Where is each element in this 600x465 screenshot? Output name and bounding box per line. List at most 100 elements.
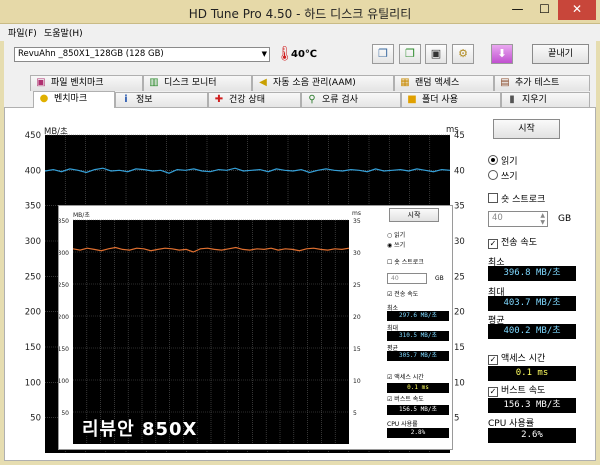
inset-y-tick-left: 350: [59, 218, 69, 225]
menu-bar: 파일(F) 도움말(H): [0, 24, 600, 41]
main-y-tick-right: 40: [454, 166, 465, 176]
tab-error-scan[interactable]: ⚲ 오류 검사: [301, 92, 401, 108]
min-value: 396.8 MB/초: [488, 266, 576, 281]
inset-read-radio: ○ 읽기: [387, 232, 406, 239]
tab-health[interactable]: ✚ 건강 상태: [208, 92, 301, 108]
inset-y-tick-left: 250: [59, 282, 69, 289]
arrow-down-icon: ⬇: [497, 47, 507, 60]
inset-access-time: ☑ 액세스 시간: [387, 374, 424, 381]
inset-y-tick-left: 50: [61, 410, 69, 417]
disk-monitor-icon: ▥: [149, 77, 159, 88]
inset-transfer-rate: ☑ 전송 속도: [387, 291, 419, 298]
error-scan-icon: ⚲: [308, 94, 316, 105]
inset-y-tick-right: 25: [353, 282, 361, 289]
inset-min-value: 297.6 MB/초: [387, 311, 449, 321]
inset-burst-rate: ☑ 버스트 속도: [387, 396, 424, 403]
menu-help[interactable]: 도움말(H): [44, 26, 83, 39]
drive-select[interactable]: RevuAhn _850X1_128GB (128 GB) ▼: [14, 47, 270, 62]
save-icon: ▣: [430, 47, 442, 60]
read-radio[interactable]: 읽기: [488, 155, 518, 168]
minimize-button[interactable]: —: [504, 0, 531, 20]
copy-text-button[interactable]: ❐: [399, 44, 421, 64]
inset-max-value: 310.5 MB/초: [387, 331, 449, 341]
start-button[interactable]: 시작: [493, 119, 560, 139]
tab-aam[interactable]: ◀ 자동 소음 관리(AAM): [252, 75, 394, 91]
y-axis-right-label: ms: [446, 125, 459, 135]
close-button[interactable]: ✕: [558, 0, 596, 20]
inset-y-tick-left: 100: [59, 378, 69, 385]
thermometer-icon: 🌡: [276, 46, 294, 62]
inset-y-tick-left: 150: [59, 346, 69, 353]
options-button[interactable]: ⚙: [452, 44, 474, 64]
short-stroke-checkbox[interactable]: 숏 스트로크: [488, 193, 545, 206]
inset-y-tick-left: 300: [59, 250, 69, 257]
max-value: 403.7 MB/초: [488, 296, 576, 311]
maximize-button[interactable]: ☐: [531, 0, 558, 20]
copy-icon: ❐: [378, 47, 388, 60]
temperature-readout: 40℃: [291, 49, 318, 60]
folder-icon: ■: [407, 94, 417, 105]
inset-avg-value: 305.7 MB/초: [387, 351, 449, 361]
copy-info-button[interactable]: ❐: [372, 44, 394, 64]
burst-rate-value: 156.3 MB/초: [488, 398, 576, 413]
stroke-spinner[interactable]: 40 ▲ ▼: [488, 211, 548, 227]
main-y-tick-left: 200: [25, 308, 41, 318]
main-y-tick-left: 150: [25, 343, 41, 353]
write-radio[interactable]: 쓰기: [488, 170, 518, 183]
inset-y-tick-right: 20: [353, 314, 361, 321]
main-y-tick-right: 5: [454, 414, 459, 424]
tab-random-access[interactable]: ▦ 랜덤 액세스: [394, 75, 494, 91]
main-y-tick-left: 50: [30, 414, 41, 424]
inset-y-tick-right: 15: [353, 346, 361, 353]
inset-start-button: 시작: [389, 208, 439, 222]
benchmark-icon: ●: [39, 93, 49, 104]
tab-folder-usage[interactable]: ■ 폴더 사용: [401, 92, 501, 108]
avg-value: 400.2 MB/초: [488, 324, 576, 339]
main-y-tick-right: 35: [454, 202, 465, 212]
tab-disk-monitor[interactable]: ▥ 디스크 모니터: [143, 75, 252, 91]
health-icon: ✚: [214, 94, 224, 105]
main-y-tick-left: 100: [25, 378, 41, 388]
main-y-tick-left: 350: [25, 202, 41, 212]
inset-stroke-spinner: 40: [387, 273, 427, 284]
stroke-unit: GB: [558, 214, 572, 224]
erase-icon: ▮: [509, 94, 515, 105]
inset-access-value: 0.1 ms: [387, 383, 449, 393]
file-benchmark-icon: ▣: [36, 77, 46, 88]
transfer-rate-checkbox[interactable]: ✓ 전송 속도: [488, 238, 537, 249]
tab-benchmark[interactable]: ● 벤치마크: [33, 91, 115, 108]
chevron-down-icon: ▼: [261, 50, 267, 58]
burst-rate-checkbox[interactable]: ✓ 버스트 속도: [488, 386, 545, 397]
tab-info[interactable]: i 정보: [115, 92, 208, 108]
menu-file[interactable]: 파일(F): [8, 26, 37, 39]
inset-write-radio: ◉ 쓰기: [387, 242, 406, 249]
tab-file-benchmark[interactable]: ▣ 파일 벤치마크: [30, 75, 143, 91]
inset-burst-value: 156.5 MB/초: [387, 405, 449, 415]
speaker-icon: ◀: [259, 77, 267, 88]
main-y-tick-right: 10: [454, 378, 465, 388]
inset-stroke-unit: GB: [435, 275, 444, 282]
cpu-usage-value: 2.6%: [488, 428, 576, 443]
main-y-tick-right: 25: [454, 272, 465, 282]
title-bar: HD Tune Pro 4.50 - 하드 디스크 유틸리티 — ☐ ✕: [0, 0, 600, 24]
inset-write-benchmark: MB/초 ms 350 35 300 30 250 25 200 20 150 15 100 10 50…: [58, 205, 453, 450]
access-time-checkbox[interactable]: ✓ 액세스 시간: [488, 354, 545, 365]
save-button[interactable]: ▣: [425, 44, 447, 64]
watermark-text: 리뷰안 850X: [82, 419, 198, 440]
main-y-tick-left: 300: [25, 237, 41, 247]
info-icon: i: [124, 94, 128, 105]
tab-erase[interactable]: ▮ 지우기: [501, 92, 590, 108]
main-y-tick-right: 30: [454, 237, 465, 247]
tab-extra-test[interactable]: ▤ 추가 테스트: [494, 75, 590, 91]
copy-text-icon: ❐: [405, 47, 415, 60]
main-y-tick-right: 20: [454, 308, 465, 318]
download-button[interactable]: ⬇: [491, 44, 513, 64]
inset-cpu-value: 2.8%: [387, 428, 449, 438]
spinner-arrows-icon: ▲ ▼: [540, 212, 545, 226]
inset-y-tick-right: 5: [353, 410, 357, 417]
inset-y-tick-right: 10: [353, 378, 361, 385]
options-icon: ⚙: [458, 47, 468, 60]
inset-short-stroke: ☐ 숏 스트로크: [387, 259, 424, 266]
access-time-value: 0.1 ms: [488, 366, 576, 381]
exit-button[interactable]: 끝내기: [532, 44, 589, 64]
